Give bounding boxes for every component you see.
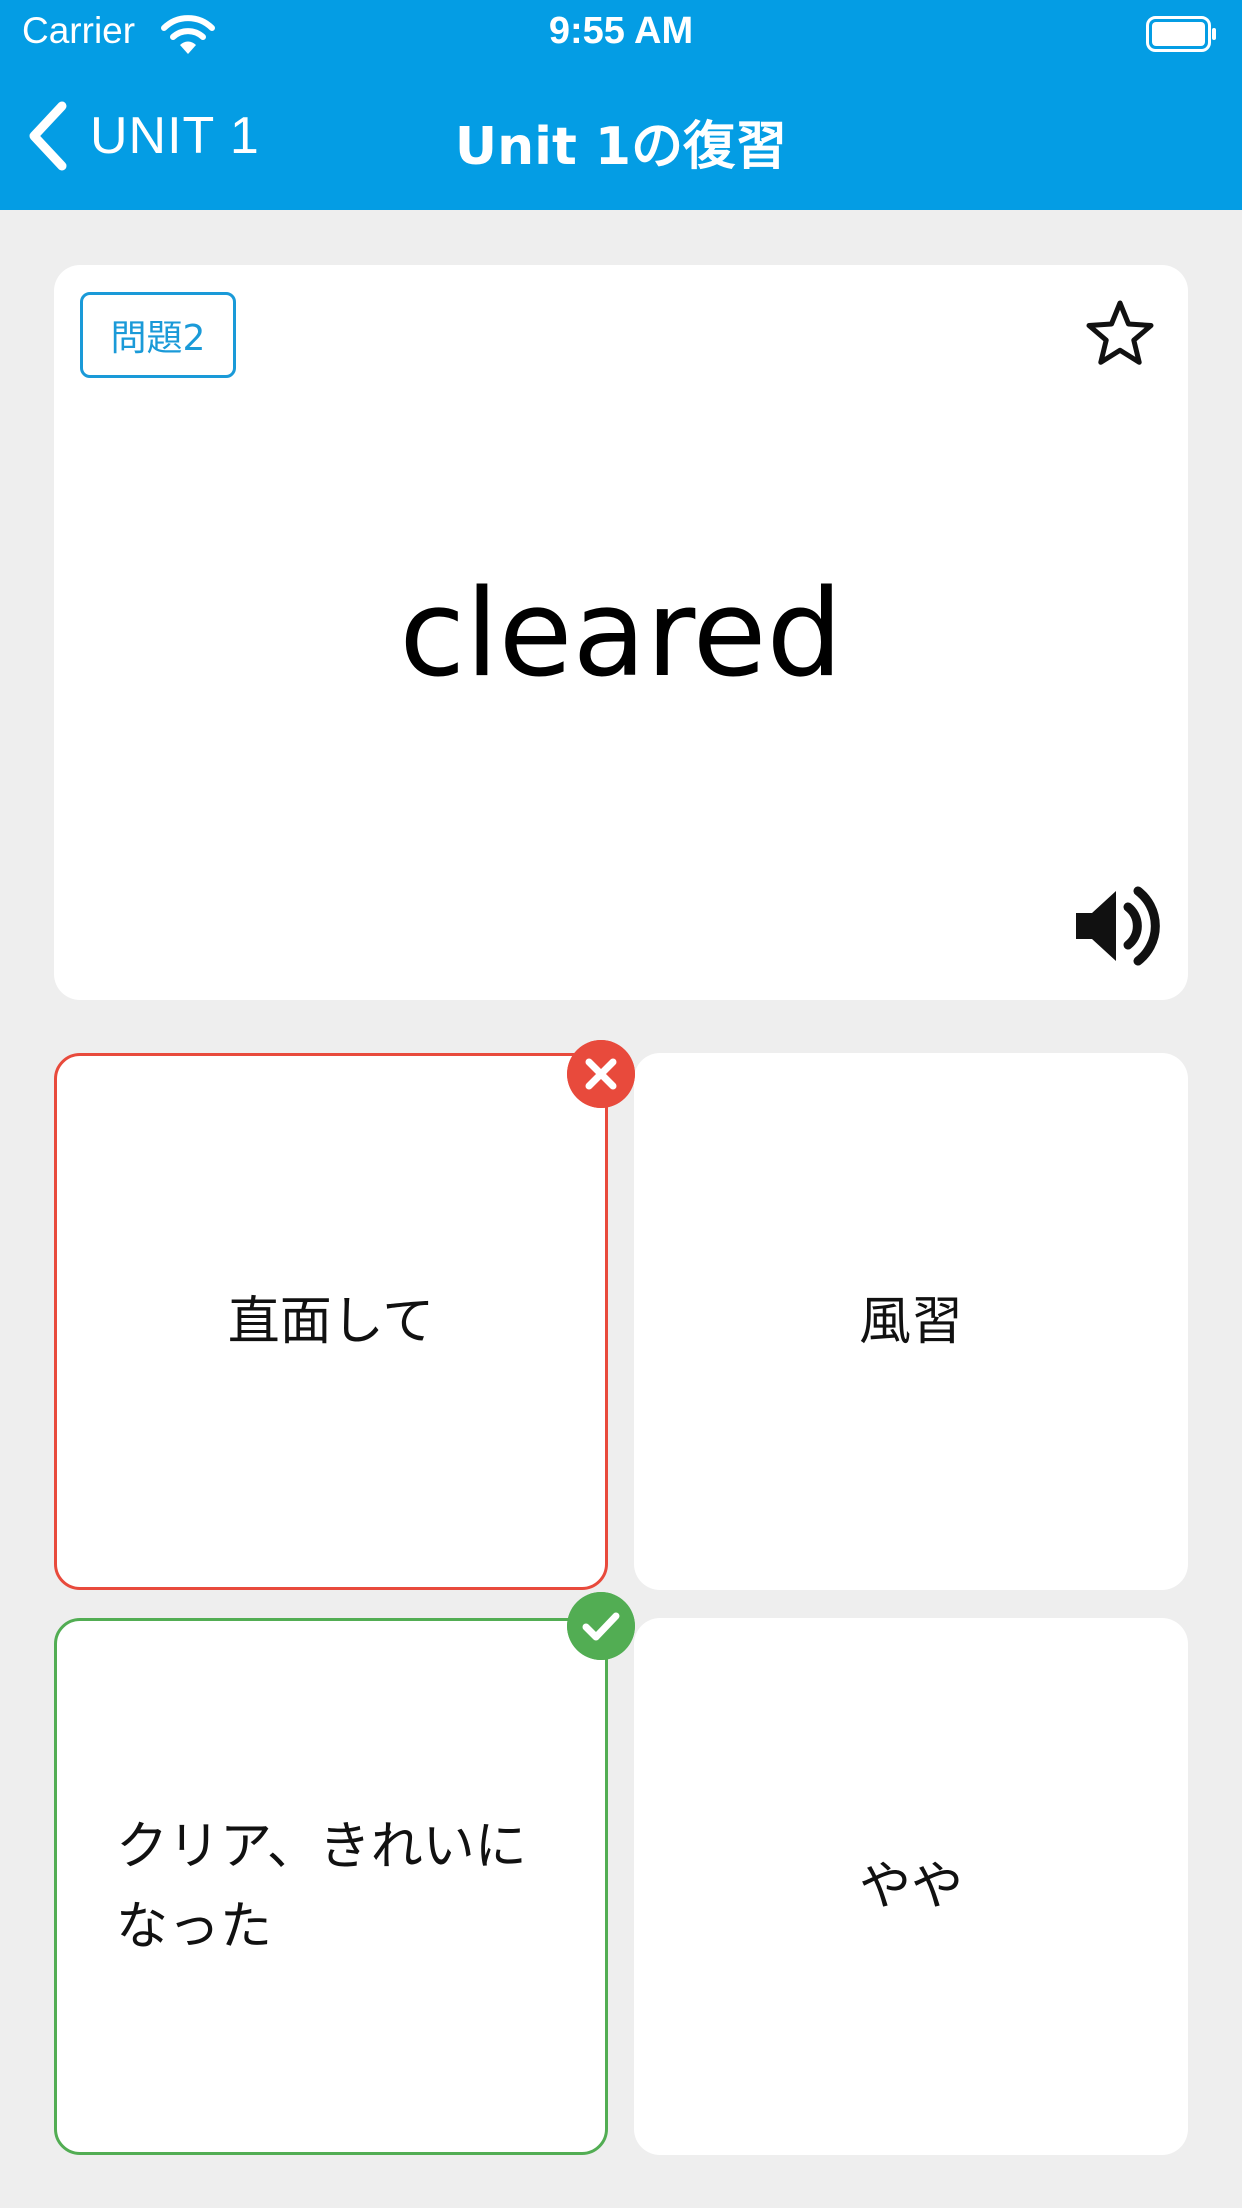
question-card: 問題2 cleared [54, 265, 1188, 1000]
question-word: cleared [399, 565, 843, 704]
nav-bar: UNIT 1 Unit 1の復習 [0, 66, 1242, 210]
choice-1-wrong[interactable]: 直面して [54, 1053, 608, 1590]
app-header: Carrier 9:55 AM UNIT 1 Unit 1の復習 [0, 0, 1242, 210]
choice-label: 風習 [858, 1291, 963, 1352]
status-time: 9:55 AM [548, 10, 694, 52]
speaker-icon[interactable] [1072, 883, 1162, 969]
x-circle-icon [567, 1040, 635, 1108]
choice-2[interactable]: 風習 [634, 1053, 1188, 1590]
battery-icon [1146, 16, 1216, 52]
check-circle-icon [567, 1592, 635, 1660]
choice-label: クリア、きれいになった [116, 1816, 527, 1957]
status-bar: Carrier 9:55 AM [0, 0, 1242, 66]
choice-4[interactable]: やや [634, 1618, 1188, 2155]
choice-label: やや [858, 1856, 963, 1917]
choice-label: 直面して [227, 1291, 435, 1352]
question-number-badge: 問題2 [80, 292, 236, 378]
page-title: Unit 1の復習 [454, 117, 788, 177]
choice-3-correct[interactable]: クリア、きれいになった [54, 1618, 608, 2155]
star-outline-icon[interactable] [1084, 297, 1156, 369]
